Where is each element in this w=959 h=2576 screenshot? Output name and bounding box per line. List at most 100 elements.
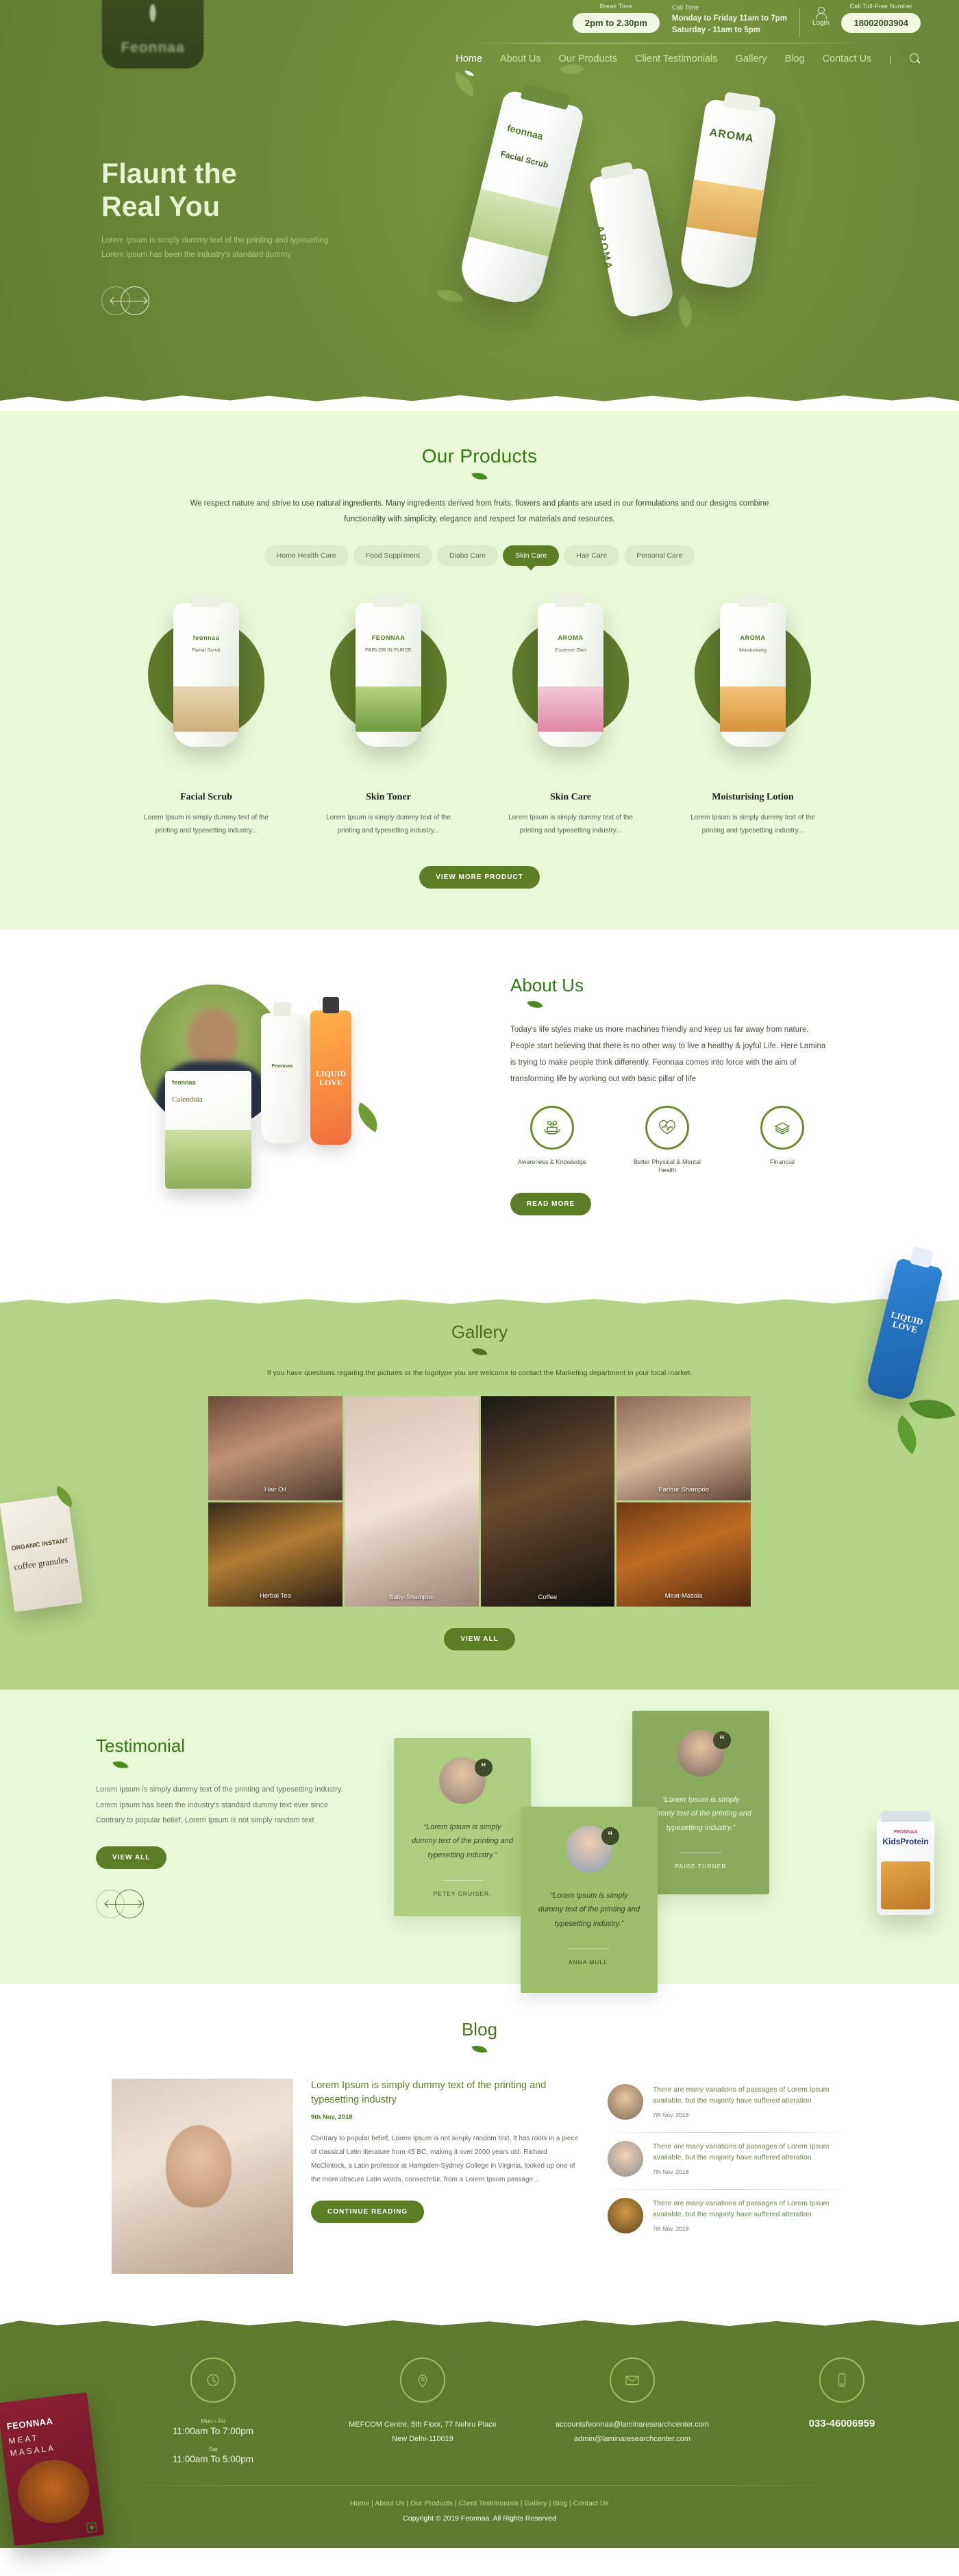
hours-weekday-label: Mon - Fri — [201, 2418, 225, 2425]
product-card[interactable]: AROMA Essence Skin Skin Care Lorem Ipsum… — [485, 593, 656, 837]
nav-item-contact-us[interactable]: Contact Us — [823, 53, 872, 64]
logo-text: Feonnaa — [121, 40, 185, 55]
search-icon[interactable] — [910, 53, 921, 64]
page-root: Feonnaa Break Time 2pm to 2.30pm Call Ti… — [0, 0, 959, 2548]
hero-sub-line1: Lorem Ipsum is simply dummy text of the … — [101, 236, 329, 245]
envelope-icon — [623, 2371, 641, 2389]
bottle-cap — [723, 91, 761, 112]
side-post-date: 7th Nov, 2018 — [653, 2225, 689, 2232]
blog-featured-image — [112, 2079, 293, 2274]
avatar: “ — [677, 1730, 731, 1776]
pack-food-image — [14, 2455, 93, 2527]
family-hands-icon — [542, 1117, 562, 1138]
gallery-view-all-button[interactable]: VIEW ALL — [444, 1628, 515, 1650]
card-divider — [442, 1880, 483, 1881]
product-variant: PARLOR IN PURSE — [365, 647, 412, 653]
blog-side-item[interactable]: There are many variations of passages of… — [608, 2135, 847, 2188]
tab-home-health-care[interactable]: Home Health Care — [264, 545, 349, 566]
pillar-awareness[interactable]: Awareness & Knowledge — [510, 1105, 594, 1175]
nav-item-gallery[interactable]: Gallery — [736, 53, 767, 64]
product-card[interactable]: AROMA Moisturising Moisturising Lotion L… — [667, 593, 838, 837]
product-text: Lorem Ipsum is simply dummy text of the … — [508, 814, 633, 834]
pillar-financial[interactable]: Financial — [740, 1105, 824, 1175]
product-cap — [556, 593, 586, 607]
nav-item-blog[interactable]: Blog — [785, 53, 805, 64]
footer-links[interactable]: Home | About Us | Our Products | Client … — [0, 2499, 959, 2507]
nav-item-client-testimonials[interactable]: Client Testimonials — [635, 53, 718, 64]
bottle-cap — [600, 161, 634, 180]
veg-mark-icon — [86, 2522, 97, 2534]
login-button[interactable]: Login — [812, 3, 829, 27]
continue-reading-button[interactable]: CONTINUE READING — [311, 2201, 425, 2224]
blog-post-title[interactable]: Lorem Ipsum is simply dummy text of the … — [311, 2079, 584, 2107]
tollfree-block: Call Toll-Free Number 18002003904 — [841, 3, 921, 33]
tab-hair-care[interactable]: Hair Care — [564, 545, 620, 566]
products-title: Our Products — [421, 445, 538, 467]
blog-side-item[interactable]: There are many variations of passages of… — [608, 2192, 847, 2244]
side-post-date: 7th Nov, 2018 — [653, 2111, 689, 2118]
testimonial-line2: Lorem Ipsum has been the industry's stan… — [96, 1800, 328, 1809]
footer-divider — [96, 2485, 863, 2486]
hero-title-line2: Real You — [101, 190, 221, 222]
phone-number[interactable]: 033-46006959 — [749, 2418, 934, 2429]
products-heading-block: Our Products — [0, 445, 959, 483]
blog-title: Blog — [461, 2019, 498, 2040]
nav-item-home[interactable]: Home — [456, 53, 482, 64]
hero-title-line1: Flaunt the — [101, 158, 237, 189]
testimonial-card[interactable]: “ “Lorem Ipsum is simply dummy text of t… — [394, 1738, 531, 1916]
leaf-decoration-icon — [351, 1102, 385, 1132]
testimonial-view-all-button[interactable]: VIEW ALL — [96, 1846, 167, 1869]
leaf-accent-icon — [527, 998, 543, 1011]
product-grid: feonnaa Facial Scrub Facial Scrub Lorem … — [0, 593, 959, 837]
nav-item-our-products[interactable]: Our Products — [559, 53, 617, 64]
testimonial-line1: Lorem Ipsum is simply dummy text of the … — [96, 1785, 343, 1794]
product-name: Facial Scrub — [180, 792, 232, 802]
view-more-product-button[interactable]: VIEW MORE PRODUCT — [419, 866, 540, 889]
gallery-item-hair-oil[interactable]: Hair Oil — [208, 1396, 342, 1500]
email-line1[interactable]: accountsfeonnaa@laminaresearchcenter.com — [540, 2418, 725, 2432]
read-more-button[interactable]: READ MORE — [510, 1192, 592, 1215]
liquid-love-label: LIQUID LOVE — [882, 1308, 931, 1337]
about-pillars: Awareness & Knowledge Better Physical & … — [510, 1105, 832, 1175]
product-band — [356, 686, 421, 732]
email-line2[interactable]: admin@laminaresearchcenter.com — [540, 2432, 725, 2447]
testimonial-quote: “Lorem Ipsum is simply dummy text of the… — [538, 1892, 640, 1928]
tollfree-number[interactable]: 18002003904 — [841, 13, 921, 33]
hours-weekday-value: 11:00am To 7:00pm — [172, 2426, 254, 2436]
footer-icon-ring — [400, 2357, 445, 2403]
call-time-label: Call Time — [671, 4, 699, 11]
product-card[interactable]: FEONNAA PARLOR IN PURSE Skin Toner Lorem… — [303, 593, 474, 837]
basil-leaf-icon — [908, 1389, 956, 1429]
testimonial-paragraph: Lorem Ipsum is simply dummy text of the … — [96, 1782, 384, 1829]
footer-icon-ring — [819, 2357, 864, 2403]
footer-meat-masala-pack: FEONNAA MEAT MASALA — [0, 2392, 105, 2547]
gallery-caption: Herbal Tea — [259, 1592, 291, 1600]
tab-personal-care[interactable]: Personal Care — [624, 545, 695, 566]
product-brand: FEONNAA — [371, 634, 406, 641]
hero-slider-controls — [101, 286, 156, 317]
site-logo[interactable]: Feonnaa — [101, 0, 204, 69]
torn-edge-divider — [0, 395, 959, 411]
about-box-name: Calendula — [172, 1095, 203, 1104]
main-navigation: Home About Us Our Products Client Testim… — [456, 53, 921, 64]
product-card[interactable]: feonnaa Facial Scrub Facial Scrub Lorem … — [121, 593, 292, 837]
testimonial-card[interactable]: “ “Lorem Ipsum is simply dummy text of t… — [521, 1807, 658, 1993]
torn-edge-divider — [0, 1292, 959, 1304]
tab-skin-care[interactable]: Skin Care — [503, 545, 560, 566]
call-time-block: Call Time Monday to Friday 11am to 7pm S… — [672, 3, 787, 37]
address-line1: MEFCOM Centre, 5th Floor, 77 Nehru Place — [349, 2420, 497, 2429]
gallery-item-parlour-shampoo[interactable]: Parlour Shampoo — [616, 1396, 751, 1500]
tab-food-suppliment[interactable]: Food Suppliment — [353, 545, 433, 566]
gallery-item-coffee[interactable]: Coffee — [480, 1396, 615, 1607]
product-image: AROMA Moisturising — [720, 593, 786, 747]
pillar-health[interactable]: Better Physical & Mental Health — [625, 1105, 709, 1175]
product-cap — [738, 593, 768, 607]
tab-diabo-care[interactable]: Diabo Care — [437, 545, 499, 566]
gallery-item-herbal-tea[interactable]: Herbal Tea — [208, 1502, 342, 1607]
blog-side-item[interactable]: There are many variations of passages of… — [608, 2079, 847, 2131]
nav-item-about-us[interactable]: About Us — [500, 53, 541, 64]
about-box-graphic — [165, 1130, 251, 1189]
gallery-item-baby-shampoo[interactable]: Baby-Shampoo — [344, 1396, 479, 1607]
gallery-item-meat-masala[interactable]: Meat-Masala — [616, 1502, 751, 1607]
testimonial-text-block: Testimonial Lorem Ipsum is simply dummy … — [96, 1735, 384, 1920]
